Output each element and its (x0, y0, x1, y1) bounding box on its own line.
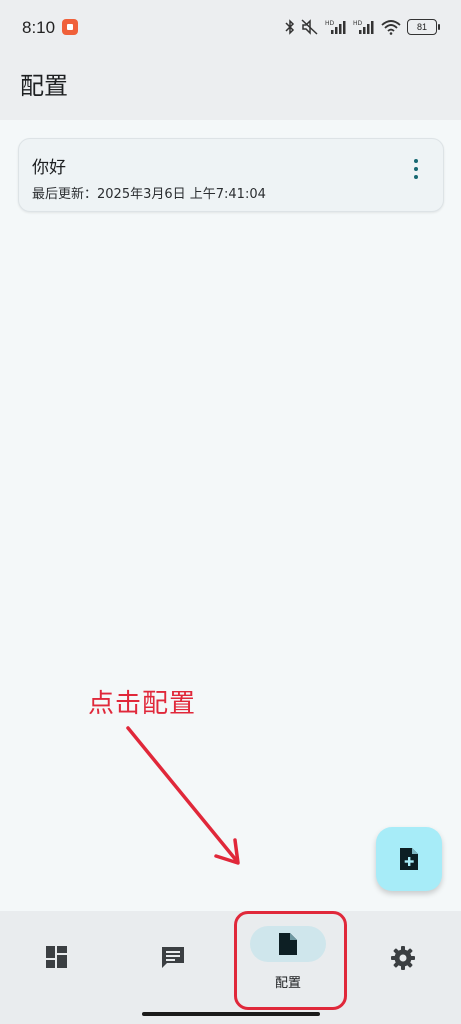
notification-icon (62, 19, 78, 35)
app-bar (0, 56, 461, 120)
bluetooth-icon (285, 19, 295, 35)
mute-icon (301, 19, 318, 35)
nav-item-chat[interactable] (115, 911, 230, 1024)
config-card[interactable]: 你好 最后更新：2025年3月6日 上午7:41:04 (18, 138, 444, 212)
gear-icon (391, 946, 415, 970)
add-config-button[interactable] (376, 827, 442, 891)
svg-text:HD: HD (353, 20, 363, 27)
annotation-highlight-box (234, 911, 347, 1010)
status-bar: 8:10 HD HD 81 (0, 0, 461, 56)
signal-hd-icon: HD (353, 20, 374, 34)
signal-hd-icon: HD (325, 20, 346, 34)
svg-text:HD: HD (325, 20, 335, 27)
add-file-icon (400, 848, 418, 870)
nav-item-dashboard[interactable] (0, 911, 115, 1024)
wifi-icon (381, 20, 401, 35)
battery-icon: 81 (407, 19, 440, 35)
nav-item-settings[interactable] (345, 911, 460, 1024)
dashboard-icon (46, 946, 67, 968)
config-updated: 最后更新：2025年3月6日 上午7:41:04 (32, 187, 266, 202)
annotation-text: 点击配置 (88, 689, 197, 719)
status-time: 8:10 (22, 18, 56, 37)
page-title: 配置 (20, 72, 68, 100)
status-icons: HD HD 81 (285, 16, 440, 38)
annotation-arrow (126, 726, 240, 865)
more-options-icon[interactable] (411, 159, 421, 179)
chat-icon (162, 947, 184, 968)
home-indicator (142, 1012, 320, 1016)
config-name: 你好 (32, 158, 66, 178)
bottom-navigation (0, 911, 461, 1024)
